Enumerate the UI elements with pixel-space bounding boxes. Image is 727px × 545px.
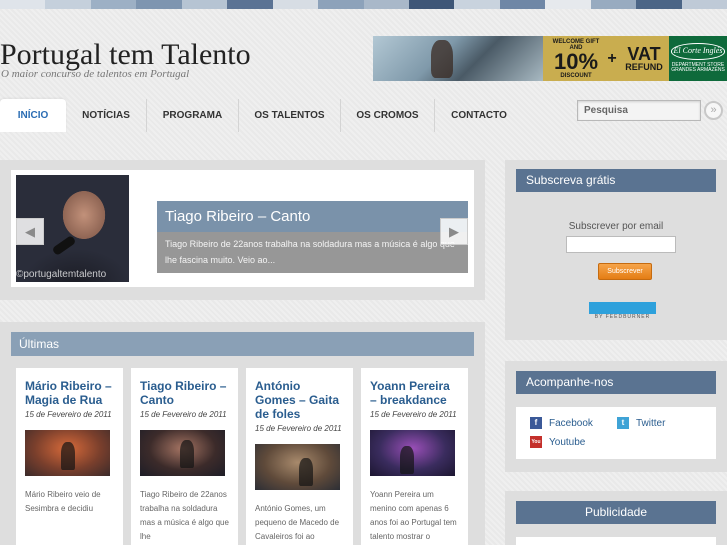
post-thumbnail[interactable]: [140, 430, 225, 476]
nav-item-noticias[interactable]: NOTÍCIAS: [66, 99, 147, 132]
nav-item-inicio[interactable]: INÍCIO: [0, 99, 66, 132]
main-nav: INÍCIO NOTÍCIAS PROGRAMA OS TALENTOS OS …: [0, 99, 727, 132]
featured-panel: ©portugaltemtalento ◀ Tiago Ribeiro – Ca…: [0, 160, 485, 300]
strip-segment: [681, 0, 727, 9]
nav-item-contacto[interactable]: CONTACTO: [435, 99, 523, 132]
site-title[interactable]: Portugal tem Talento: [0, 38, 251, 72]
strip-segment: [636, 0, 682, 9]
feedburner-label: BY FEEDBURNER: [594, 314, 651, 320]
facebook-icon: f: [530, 417, 542, 429]
ad-brand-sub: DEPARTMENT STORE GRANDES ARMAZÉNS: [671, 61, 725, 74]
featured-excerpt: Tiago Ribeiro de 22anos trabalha na sold…: [157, 232, 468, 273]
youtube-label: Youtube: [549, 436, 586, 448]
post-date: 15 de Fevereiro de 2011: [370, 410, 457, 419]
subscribe-heading: Subscreva grátis: [516, 169, 716, 192]
strip-segment: [0, 0, 46, 9]
subscribe-email-field[interactable]: [566, 236, 676, 253]
slider-prev-arrow[interactable]: ◀: [16, 218, 44, 245]
strip-segment: [408, 0, 455, 9]
microphone-shape: [51, 234, 77, 257]
strip-segment: [499, 0, 546, 9]
twitter-link[interactable]: t Twitter: [617, 417, 665, 429]
latest-heading: Últimas: [11, 332, 474, 356]
facebook-link[interactable]: f Facebook: [530, 417, 593, 429]
strip-segment: [181, 0, 228, 9]
twitter-label: Twitter: [636, 417, 666, 429]
post-card[interactable]: Yoann Pereira – breakdance 15 de Feverei…: [361, 368, 468, 545]
strip-segment: [45, 0, 91, 9]
post-thumbnail[interactable]: [255, 444, 340, 490]
featured-watermark: ©portugaltemtalento: [16, 269, 107, 280]
latest-panel: Últimas Mário Ribeiro – Magia de Rua 15 …: [0, 322, 485, 545]
post-card[interactable]: Tiago Ribeiro – Canto 15 de Fevereiro de…: [131, 368, 238, 545]
post-thumbnail[interactable]: [25, 430, 110, 476]
nav-item-os-cromos[interactable]: OS CROMOS: [341, 99, 435, 132]
post-excerpt: Tiago Ribeiro de 22anos trabalha na sold…: [140, 490, 229, 541]
post-title[interactable]: Tiago Ribeiro – Canto: [140, 379, 229, 407]
site-subtitle: O maior concurso de talentos em Portugal: [1, 68, 190, 80]
ad-brand: El Corte Inglés DEPARTMENT STORE GRANDES…: [669, 36, 727, 81]
top-color-strip: [0, 0, 727, 9]
youtube-link[interactable]: You Youtube: [530, 436, 585, 448]
subscribe-widget: Subscreva grátis Subscrever por email Su…: [505, 160, 727, 340]
search-input[interactable]: [577, 100, 701, 121]
strip-segment: [136, 0, 182, 9]
search-button[interactable]: »: [704, 101, 723, 120]
post-title[interactable]: António Gomes – Gaita de foles: [255, 379, 344, 421]
follow-heading: Acompanhe-nos: [516, 371, 716, 394]
strip-segment: [272, 0, 319, 9]
featured-slider: ©portugaltemtalento ◀ Tiago Ribeiro – Ca…: [11, 170, 474, 287]
ad-brand-logo: El Corte Inglés: [670, 43, 726, 60]
ad-plus: +: [607, 49, 617, 67]
post-thumbnail[interactable]: [370, 430, 455, 476]
subscribe-label: Subscrever por email: [568, 221, 664, 232]
ad-gift: WELCOME GIFT AND 10% DISCOUNT: [547, 39, 605, 79]
ads-box: [516, 537, 716, 545]
strip-segment: [363, 0, 409, 9]
post-excerpt: Mário Ribeiro veio de Sesimbra e decidiu: [25, 490, 101, 513]
strip-segment: [545, 0, 591, 9]
ad-discount: 10%: [553, 48, 599, 74]
nav-item-programa[interactable]: PROGRAMA: [147, 99, 239, 132]
strip-segment: [590, 0, 637, 9]
post-excerpt: António Gomes, um pequeno de Macedo de C…: [255, 504, 340, 541]
strip-segment: [454, 0, 500, 9]
post-date: 15 de Fevereiro de 2011: [255, 424, 342, 433]
strip-segment: [227, 0, 273, 9]
youtube-icon: You: [530, 436, 542, 448]
banner-ad[interactable]: WELCOME GIFT AND 10% DISCOUNT + VAT REFU…: [373, 36, 727, 81]
ads-heading: Publicidade: [516, 501, 716, 524]
strip-segment: [90, 0, 137, 9]
twitter-icon: t: [617, 417, 629, 429]
ad-photo: [373, 36, 543, 81]
ad-vat-label: VAT: [627, 44, 661, 64]
follow-widget: Acompanhe-nos f Facebook t Twitter You Y…: [505, 361, 727, 472]
ad-offer: WELCOME GIFT AND 10% DISCOUNT + VAT REFU…: [543, 36, 669, 81]
post-card[interactable]: Mário Ribeiro – Magia de Rua 15 de Fever…: [16, 368, 123, 545]
post-title[interactable]: Mário Ribeiro – Magia de Rua: [25, 379, 114, 407]
slider-next-arrow[interactable]: ▶: [440, 218, 468, 245]
nav-item-os-talentos[interactable]: OS TALENTOS: [239, 99, 341, 132]
featured-title[interactable]: Tiago Ribeiro – Canto: [157, 201, 468, 232]
post-title[interactable]: Yoann Pereira – breakdance: [370, 379, 459, 407]
ad-refund-label: REFUND: [625, 62, 663, 72]
post-excerpt: Yoann Pereira um menino com apenas 6 ano…: [370, 490, 457, 541]
subscribe-button[interactable]: Subscrever: [598, 263, 652, 280]
post-date: 15 de Fevereiro de 2011: [140, 410, 227, 419]
ads-widget: Publicidade: [505, 491, 727, 545]
feedburner-chip[interactable]: [589, 302, 656, 314]
post-date: 15 de Fevereiro de 2011: [25, 410, 112, 419]
facebook-label: Facebook: [549, 417, 593, 429]
post-card[interactable]: António Gomes – Gaita de foles 15 de Fev…: [246, 368, 353, 545]
ad-vat: VAT REFUND: [619, 45, 669, 72]
ad-gift-line1: WELCOME GIFT: [552, 38, 600, 45]
strip-segment: [318, 0, 364, 9]
follow-links: f Facebook t Twitter You Youtube: [516, 407, 716, 459]
